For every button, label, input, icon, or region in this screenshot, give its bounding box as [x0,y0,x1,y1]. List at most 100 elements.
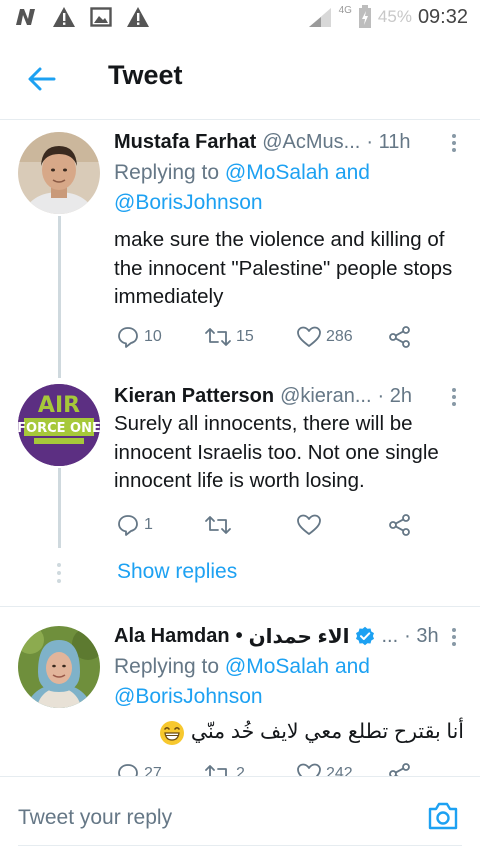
share-button[interactable] [388,762,412,776]
tweet-header: Kieran Patterson @kieran... · 2h [114,382,462,410]
retweet-icon [205,328,231,346]
like-count: 286 [326,328,353,345]
like-button[interactable]: 242 [296,762,353,776]
display-name[interactable]: Mustafa Farhat [114,131,256,154]
share-button[interactable] [388,513,412,537]
heart-icon [297,326,321,347]
avatar-text-mid: FORCE ONE [18,421,100,436]
arrow-left-icon[interactable] [26,63,58,95]
like-button[interactable] [296,513,322,537]
status-bar: 4G 45% 09:32 [0,0,480,36]
system-indicators: 4G 45% 09:32 [307,5,468,29]
notification-icons [14,6,150,28]
tweet-actions: 1 [116,513,416,541]
share-icon [389,514,410,536]
signal-icon [308,8,331,27]
thread-line [58,216,61,378]
retweet-button[interactable]: 15 [204,325,254,349]
retweet-button[interactable]: 2 [204,762,245,776]
page-title: Tweet [108,60,183,90]
thread-dots-icon [57,563,61,583]
divider [0,606,480,607]
app-header: Tweet [0,36,480,120]
like-count: 242 [326,765,353,776]
retweet-count: 15 [236,328,254,345]
clock: 09:32 [417,5,468,28]
tweet-text: أنا بقترح تطلع معي لايف خُد منّي [114,718,464,747]
share-icon [389,763,410,776]
heart-icon [297,514,321,535]
retweet-button[interactable] [204,513,232,537]
avatar-photo [18,626,100,708]
mention-link[interactable]: @MoSalah [225,161,329,184]
reply-count: 1 [144,516,153,533]
image-icon [90,7,112,27]
like-button[interactable]: 286 [296,325,353,349]
tweet-card[interactable]: AIR FORCE ONE Kieran Patterson @kieran..… [0,382,480,552]
reply-count: 27 [144,765,162,776]
avatar-text-top: AIR [38,393,80,418]
tweet-time: · 2h [377,384,412,407]
user-handle[interactable]: @AcMus... [262,131,360,154]
network-type: 4G [338,4,352,16]
camera-icon[interactable] [426,799,460,833]
reply-icon [118,764,138,776]
avatar[interactable]: AIR FORCE ONE [18,384,100,466]
battery-percent: 45% [377,7,412,26]
warning-icon [127,7,149,27]
n-logo-icon [16,9,35,25]
reply-input[interactable] [18,801,398,835]
more-vertical-icon[interactable] [446,132,462,154]
mention-link[interactable]: @MoSalah [225,655,329,678]
warning-icon [53,7,75,27]
heart-icon [297,763,321,776]
reply-icon [118,515,138,536]
mention-link[interactable]: @BorisJohnson [114,191,263,214]
tweet-header: Mustafa Farhat @AcMus... · 11h [114,128,462,156]
avatar-photo: AIR FORCE ONE [18,384,100,466]
reply-composer [0,776,480,854]
share-icon [389,326,410,348]
reply-button[interactable]: 10 [116,325,162,349]
more-vertical-icon[interactable] [446,626,462,648]
thread-line [58,468,61,548]
replying-prefix: Replying to [114,655,220,678]
reply-button[interactable]: 27 [116,762,162,776]
show-replies-link[interactable]: Show replies [117,560,237,584]
divider [18,845,462,846]
tweet-text-content: أنا بقترح تطلع معي لايف خُد منّي [190,720,464,743]
display-name[interactable]: Ala Hamdan [114,625,230,648]
display-name[interactable]: Kieran Patterson [114,385,274,408]
retweet-icon [205,765,227,776]
replying-and: and [334,655,370,678]
avatar-photo [18,132,100,214]
reply-button[interactable]: 1 [116,513,153,537]
display-name-arabic: الاء حمدان [248,625,350,648]
mention-link[interactable]: @BorisJohnson [114,685,263,708]
retweet-icon [205,516,231,534]
tweet-actions: 27 2 242 [116,762,416,776]
replying-prefix: Replying to [114,161,220,184]
tweet-text: make sure the violence and killing of th… [114,228,453,308]
replying-to: Replying to @MoSalah and @BorisJohnson [114,158,454,218]
tweet-time: · 11h [366,130,411,153]
avatar[interactable] [18,132,100,214]
tweet-text: Surely all innocents, there will be inno… [114,412,439,492]
replying-and: and [334,161,370,184]
share-button[interactable] [388,325,412,349]
reply-count: 10 [144,328,162,345]
more-vertical-icon[interactable] [446,386,462,408]
user-handle[interactable]: @kieran... [280,385,371,408]
verified-badge-icon [356,626,375,646]
user-handle[interactable]: ... [381,625,398,648]
name-separator: • [235,624,243,647]
tweet-card[interactable]: Ala Hamdan • الاء حمدان ... · 3h Replyin… [0,622,480,776]
avatar[interactable] [18,626,100,708]
tweet-header: Ala Hamdan • الاء حمدان ... · 3h [114,622,462,650]
tweet-time: · 3h [404,624,439,647]
tweet-actions: 10 15 286 [116,325,416,353]
tweet-card[interactable]: Mustafa Farhat @AcMus... · 11h Replying … [0,128,480,378]
replying-to: Replying to @MoSalah and @BorisJohnson [114,652,454,712]
reply-icon [118,327,138,348]
retweet-count: 2 [236,765,245,776]
